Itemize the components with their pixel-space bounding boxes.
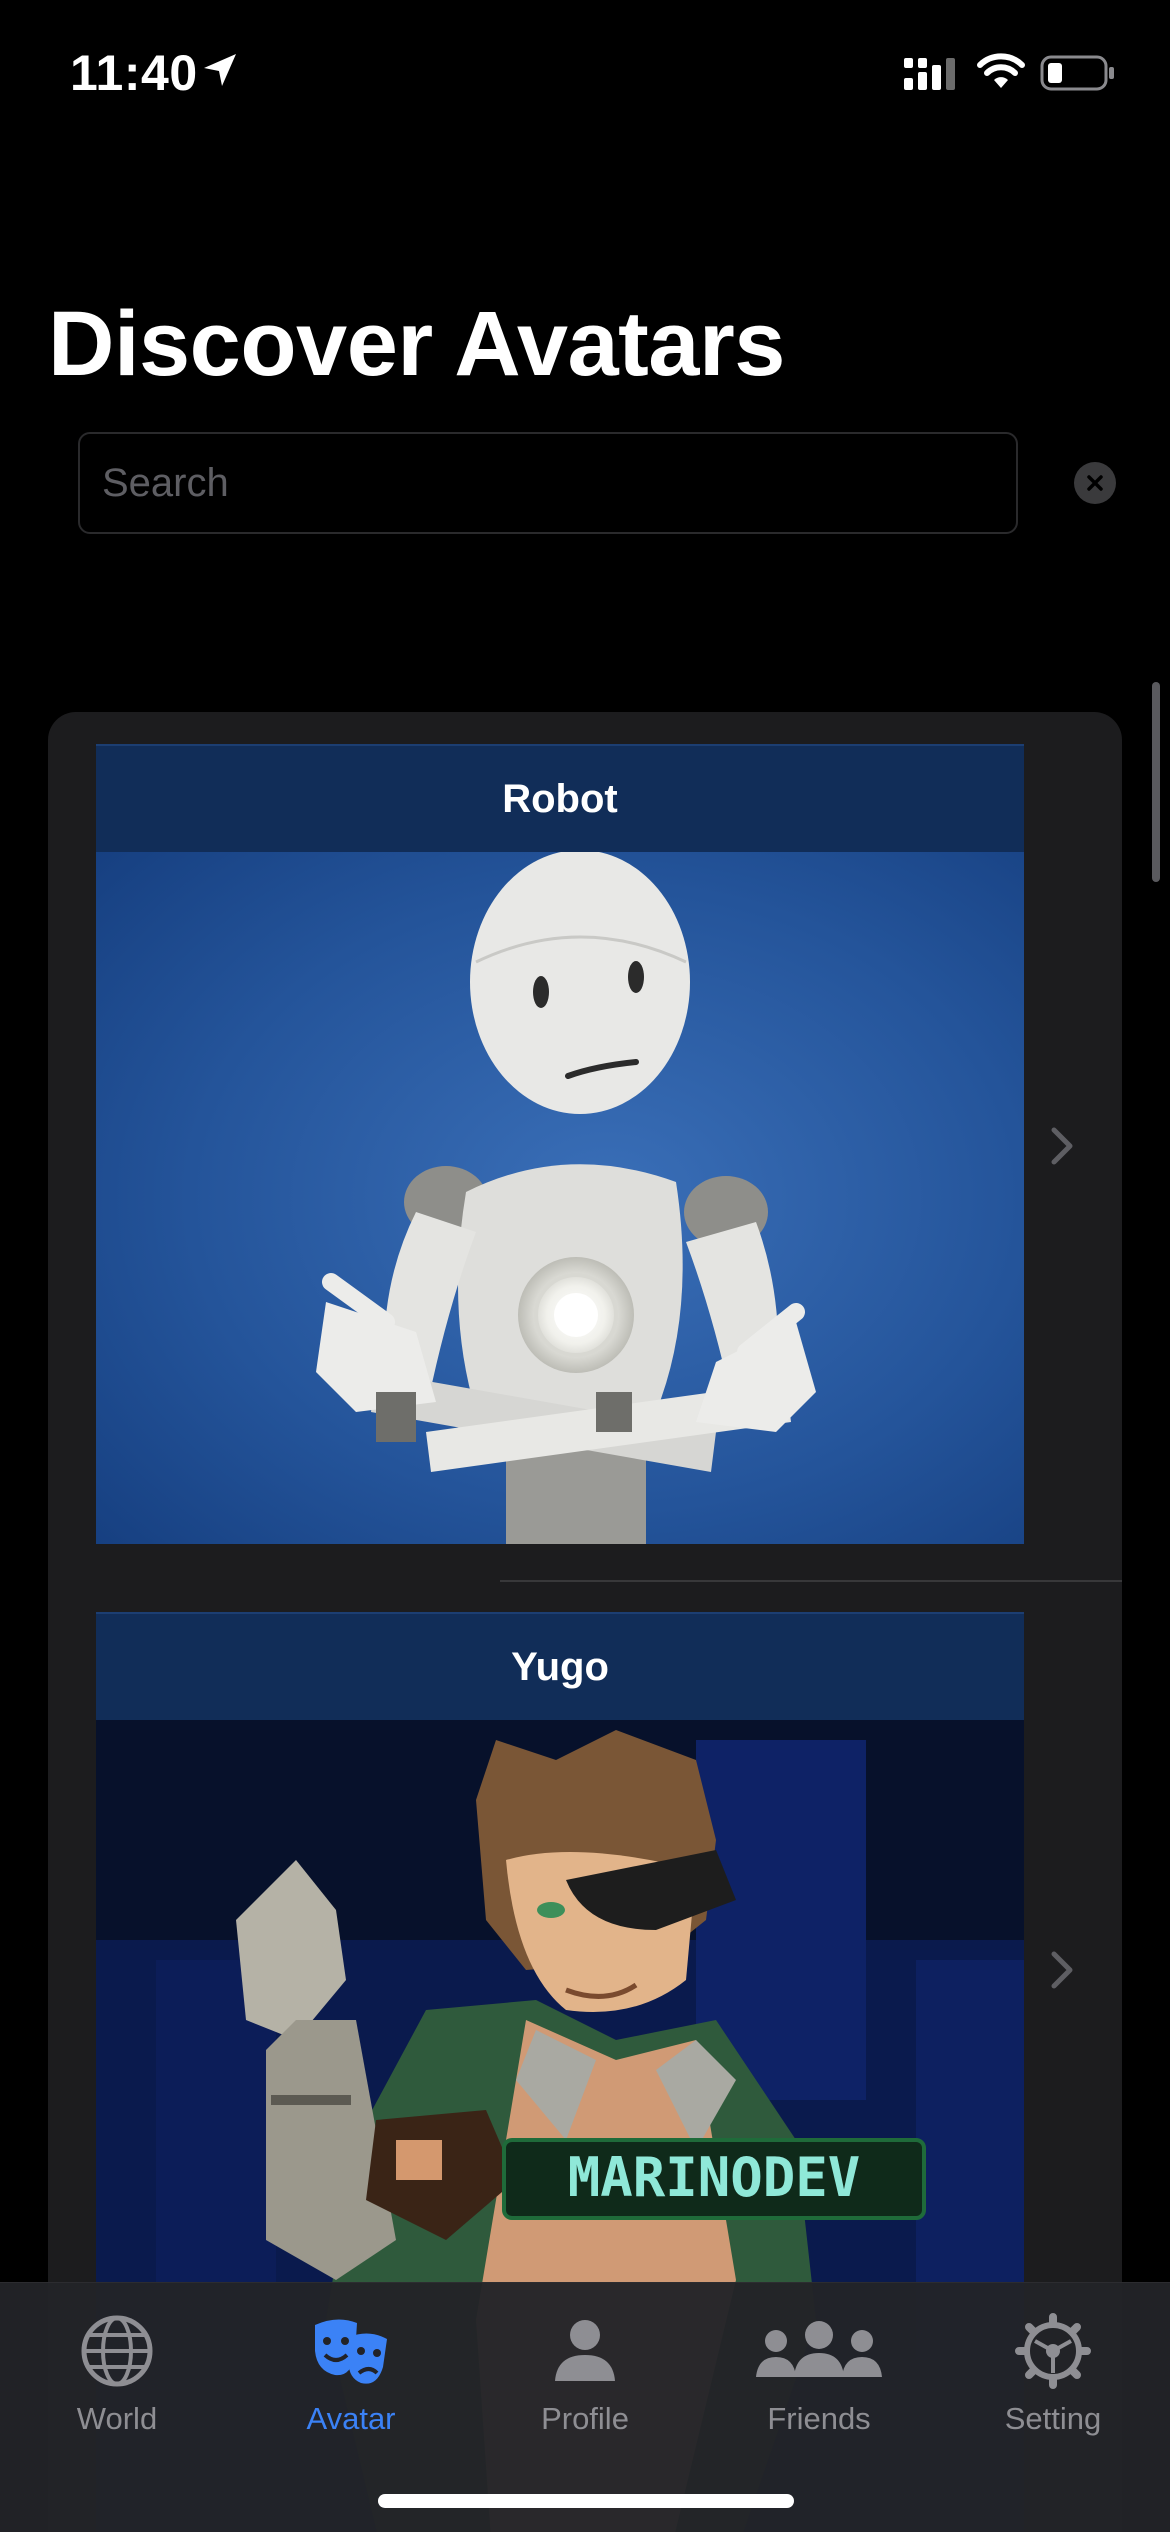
- avatar-name: Robot: [502, 776, 618, 821]
- globe-icon: [81, 2315, 153, 2387]
- gear-icon: [1015, 2313, 1091, 2389]
- avatar-preview-image: [96, 852, 1024, 1544]
- avatar-name: Yugo: [511, 1644, 609, 1689]
- tab-label: Setting: [1004, 2401, 1102, 2436]
- search-field[interactable]: [78, 432, 1018, 534]
- scroll-indicator[interactable]: [1152, 682, 1160, 882]
- chevron-right-icon: [1051, 1951, 1073, 1989]
- tab-profile[interactable]: Profile: [468, 2303, 702, 2463]
- location-arrow-icon: [204, 54, 236, 86]
- close-icon: [1087, 475, 1103, 491]
- avatar-card-header: Yugo: [96, 1612, 1024, 1720]
- avatar-list: Robot Yugo MARINODEV: [48, 712, 1122, 2532]
- person-icon: [555, 2320, 615, 2381]
- search-input[interactable]: [102, 434, 992, 532]
- tab-label: World: [76, 2401, 158, 2436]
- tab-setting[interactable]: Setting: [936, 2303, 1170, 2463]
- masks-icon: [315, 2319, 387, 2384]
- tab-label: Avatar: [306, 2401, 396, 2436]
- battery-icon: [1040, 55, 1114, 91]
- tab-world[interactable]: World: [0, 2303, 234, 2463]
- wifi-icon: [977, 53, 1025, 88]
- chevron-right-icon: [1051, 1127, 1073, 1165]
- status-bar: 11:40: [0, 0, 1170, 150]
- avatar-card[interactable]: Robot: [96, 744, 1024, 1544]
- tab-friends[interactable]: Friends: [702, 2303, 936, 2463]
- avatar-row-robot[interactable]: Robot: [48, 744, 1122, 1584]
- clear-search-button[interactable]: [1074, 462, 1116, 504]
- tab-avatar[interactable]: Avatar: [234, 2303, 468, 2463]
- status-time: 11:40: [70, 45, 198, 101]
- row-divider: [500, 1580, 1122, 1582]
- cellular-signal-icon: [904, 58, 955, 90]
- tab-label: Friends: [767, 2401, 871, 2436]
- page-title: Discover Avatars: [48, 293, 785, 395]
- avatar-card-header: Robot: [96, 744, 1024, 852]
- home-indicator[interactable]: [378, 2494, 794, 2508]
- tab-label: Profile: [541, 2401, 629, 2436]
- watermark-text: MARINODEV: [568, 2146, 861, 2209]
- people-icon: [756, 2321, 882, 2377]
